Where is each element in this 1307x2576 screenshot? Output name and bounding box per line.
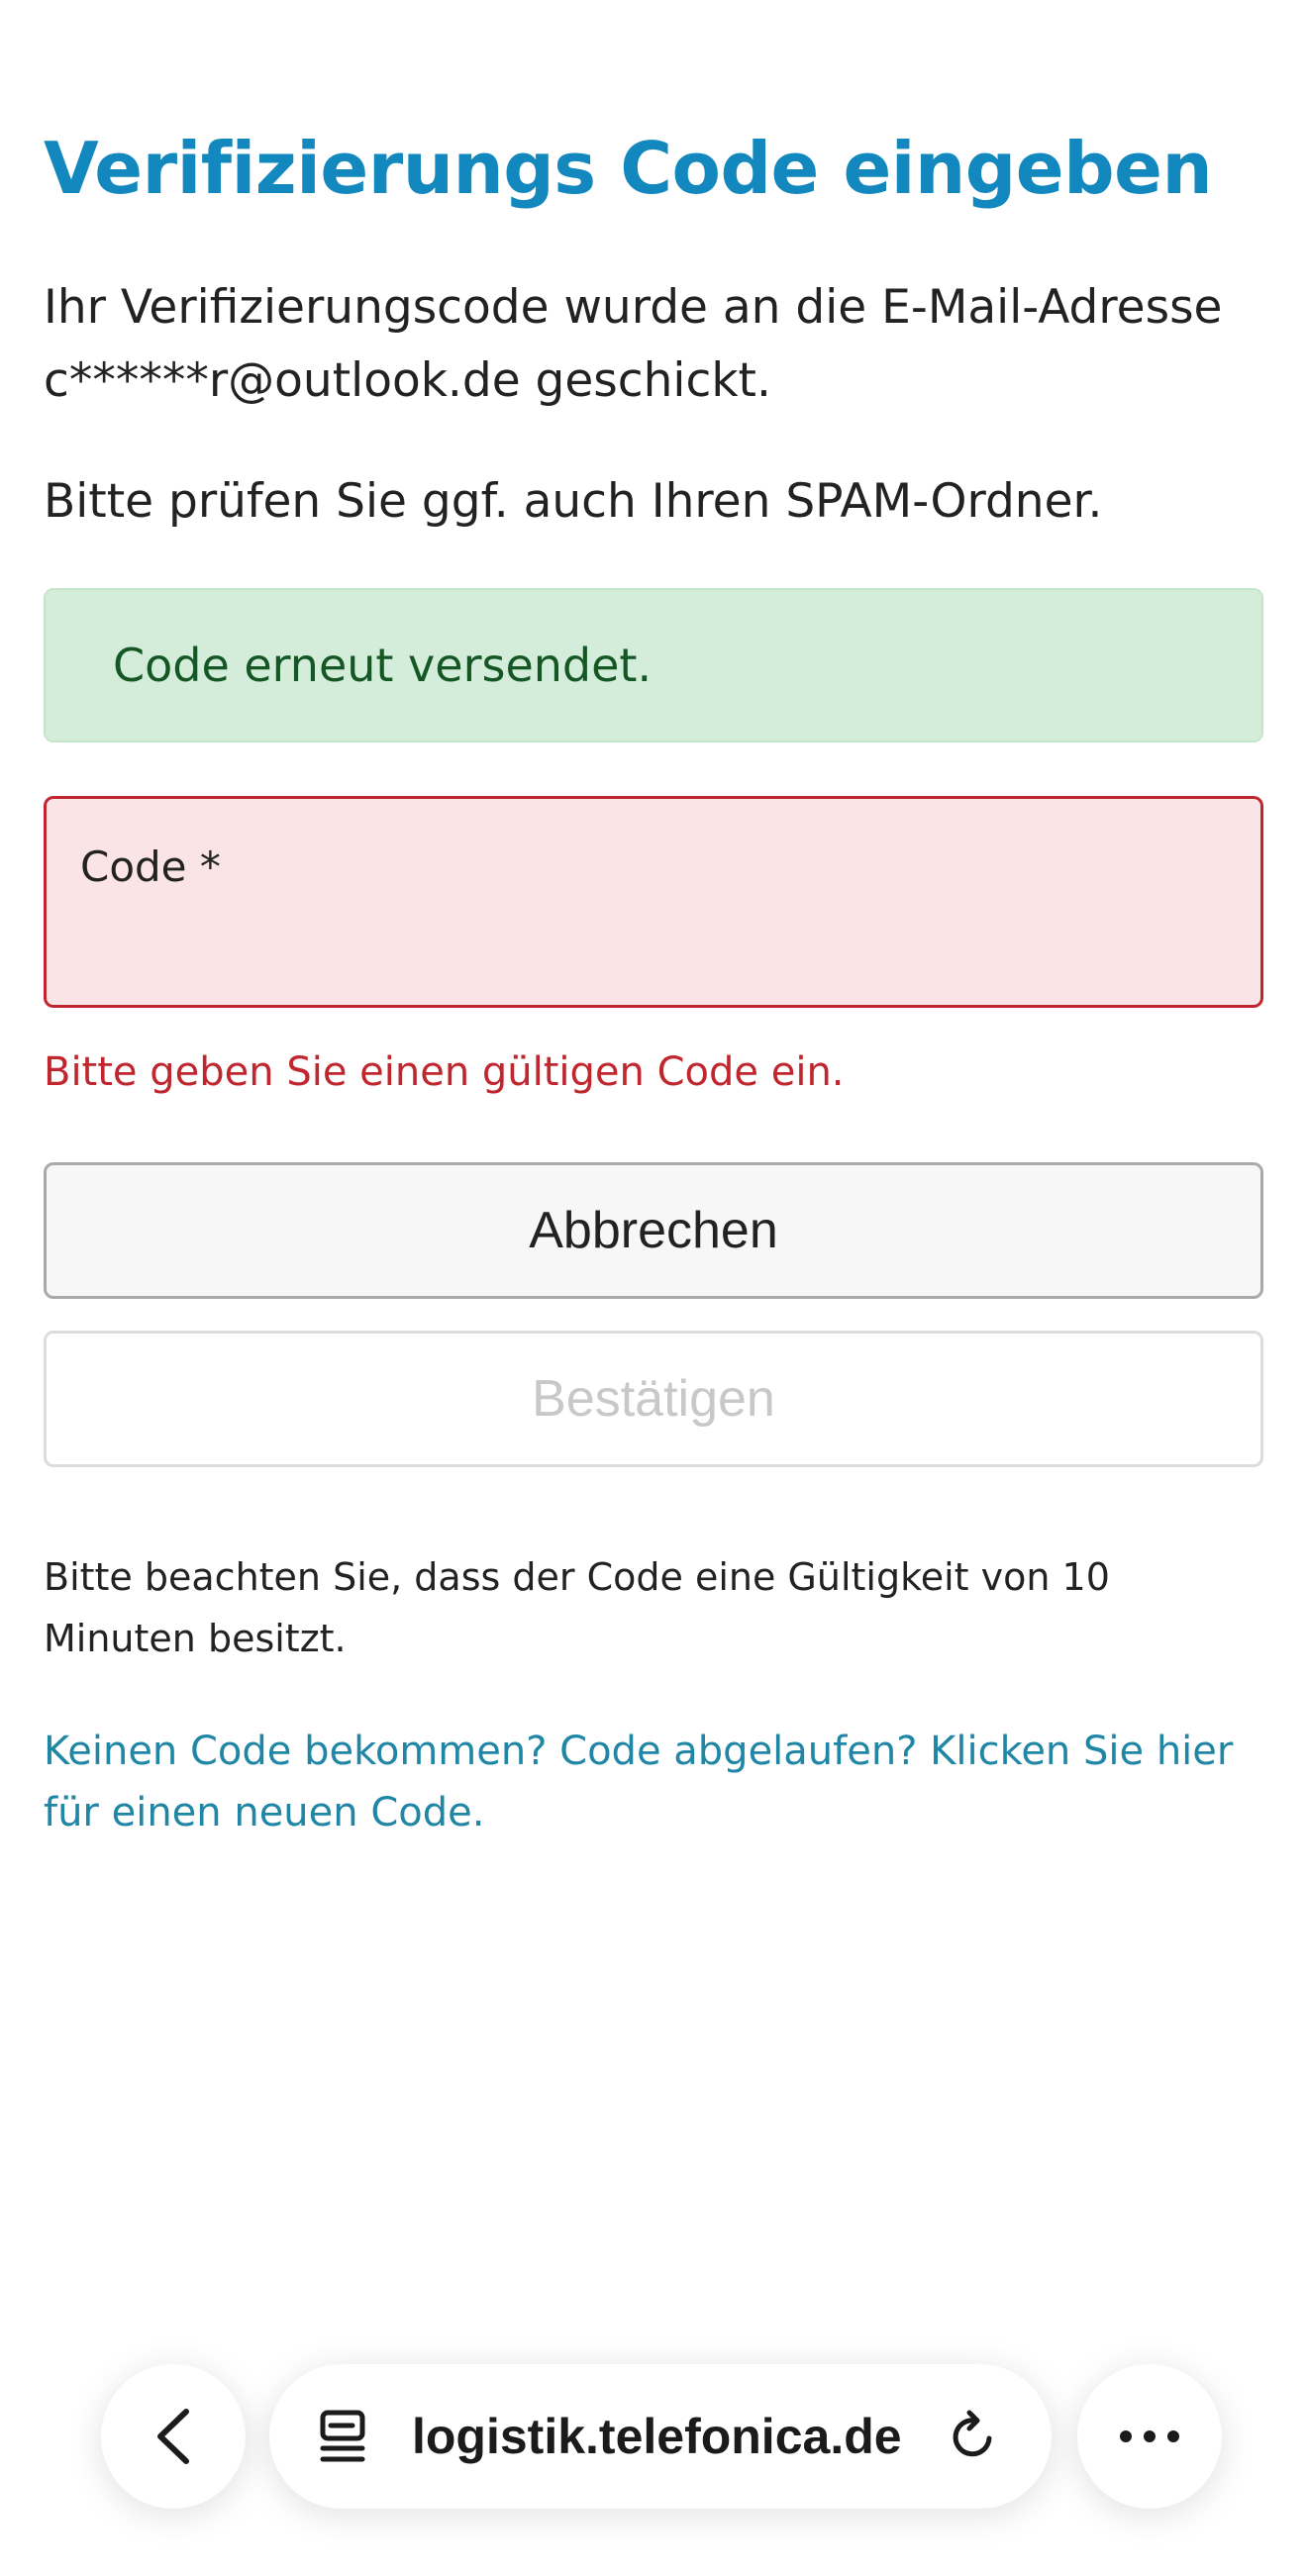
url-text: logistik.telefonica.de	[412, 2409, 902, 2464]
code-input[interactable]	[78, 912, 1229, 981]
reload-icon[interactable]	[946, 2409, 1001, 2464]
intro-line-1: Ihr Verifizierungscode wurde an die E-Ma…	[44, 280, 1223, 335]
address-bar[interactable]: logistik.telefonica.de	[269, 2364, 1052, 2509]
tabs-icon	[320, 2410, 365, 2462]
code-field[interactable]: Code *	[44, 796, 1263, 1008]
back-button[interactable]	[101, 2364, 246, 2509]
intro-text: Ihr Verifizierungscode wurde an die E-Ma…	[44, 271, 1263, 418]
code-error-message: Bitte geben Sie einen gültigen Code ein.	[44, 1049, 845, 1095]
success-alert-message: Code erneut versendet.	[113, 639, 653, 692]
intro-line-2: c******r@outlook.de geschickt.	[44, 353, 771, 408]
cancel-button[interactable]: Abbrechen	[44, 1162, 1263, 1299]
back-chevron-icon	[157, 2409, 189, 2464]
page-title: Verifizierungs Code eingeben	[44, 127, 1213, 210]
more-icon	[1120, 2430, 1179, 2442]
confirm-button[interactable]: Bestätigen	[44, 1331, 1263, 1467]
code-field-label: Code *	[80, 842, 221, 891]
spam-hint: Bitte prüfen Sie ggf. auch Ihren SPAM-Or…	[44, 474, 1103, 529]
success-alert: Code erneut versendet.	[44, 588, 1263, 743]
more-button[interactable]	[1077, 2364, 1222, 2509]
browser-toolbar: logistik.telefonica.de	[0, 2364, 1307, 2513]
validity-note: Bitte beachten Sie, dass der Code eine G…	[44, 1555, 1110, 1660]
verification-page: Verifizierungs Code eingeben Ihr Verifiz…	[0, 0, 1307, 2576]
resend-code-link[interactable]: Keinen Code bekommen? Code abgelaufen? K…	[44, 1721, 1263, 1843]
